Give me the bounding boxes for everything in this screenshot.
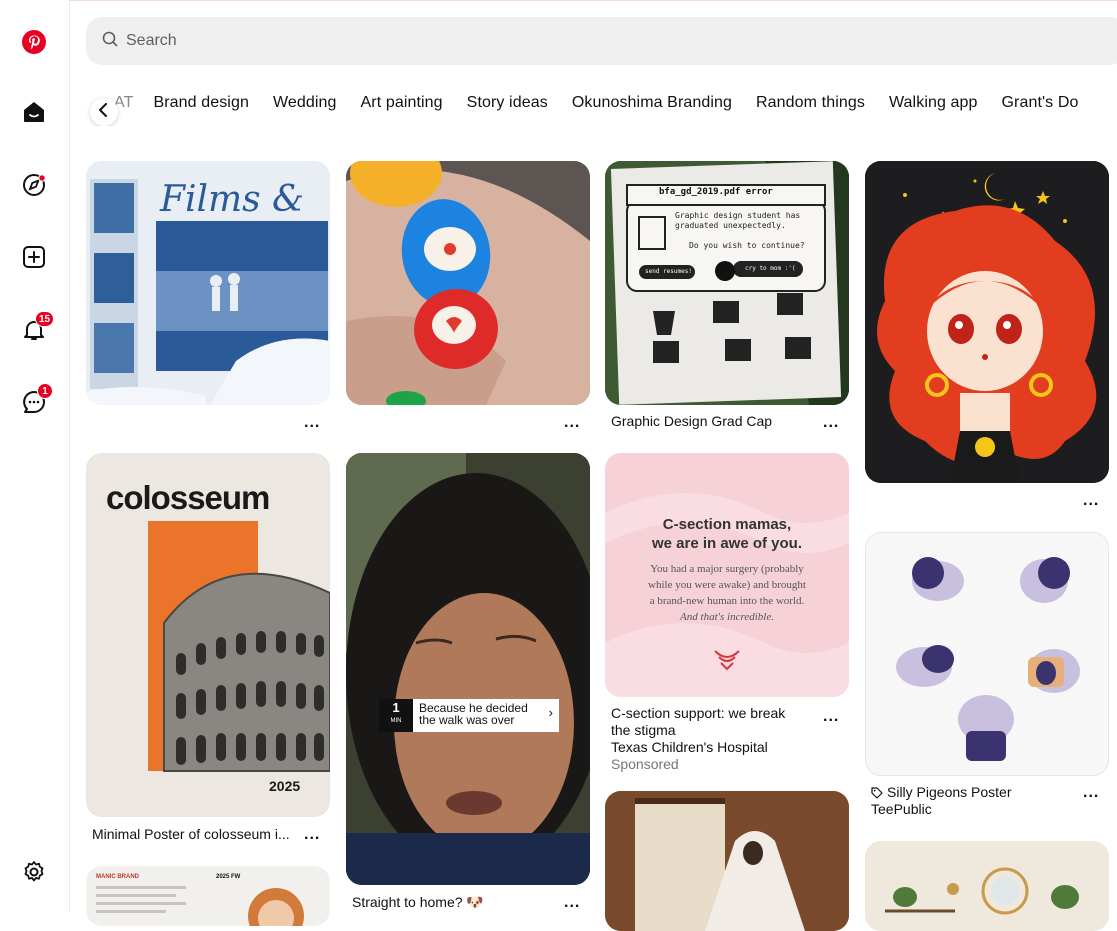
video-overlay-text: Because he decided the walk was over ›: [413, 699, 559, 732]
chips-scroll-back-button[interactable]: [90, 98, 118, 126]
chip-row: AT Brand design Wedding Art painting Sto…: [114, 94, 1079, 112]
create-pin-icon[interactable]: [20, 243, 48, 271]
pin-image: [865, 841, 1109, 931]
pin-art-title: bfa_gd_2019.pdf error: [659, 187, 773, 197]
pin-films-tv[interactable]: Films & tv: [86, 161, 330, 405]
video-duration-number: 1: [392, 700, 400, 715]
pin-fashion[interactable]: MANIC BRAND 2025 FW: [86, 866, 330, 926]
chip[interactable]: Walking app: [889, 94, 978, 112]
pin-more-options-button[interactable]: ...: [1083, 785, 1099, 801]
pin-caption-line2[interactable]: the stigma: [611, 722, 676, 739]
pin-art-body-line: a brand-new human into the world.: [649, 595, 805, 607]
pin-art-text: send resumes!: [645, 268, 692, 275]
chevron-right-icon: ›: [548, 705, 553, 720]
pin-wedding[interactable]: [605, 791, 849, 931]
pin-art-text: Graphic design student has graduated une…: [675, 211, 801, 230]
chip[interactable]: Brand design: [153, 94, 249, 112]
messages-count-badge: 1: [37, 383, 53, 399]
pin-caption[interactable]: Graphic Design Grad Cap: [611, 413, 772, 430]
pin-colosseum-poster[interactable]: colosseum 2025: [86, 453, 330, 817]
pin-image: [605, 161, 849, 405]
chip[interactable]: Story ideas: [467, 94, 548, 112]
pin-image: [96, 886, 304, 926]
chip[interactable]: Grant's Do: [1002, 94, 1079, 112]
pin-caption[interactable]: Minimal Poster of colosseum i...: [92, 826, 302, 843]
pin-image: [605, 791, 849, 931]
pin-art-text: cry to mom :'(: [745, 265, 796, 272]
pin-art-year: 2025: [269, 778, 301, 794]
pin-grad-cap[interactable]: bfa_gd_2019.pdf error Graphic design stu…: [605, 161, 849, 405]
top-border: [70, 0, 1117, 1]
explore-compass-icon[interactable]: [20, 171, 48, 199]
pin-art-body-line: You had a major surgery (probably: [650, 563, 804, 575]
pin-caption[interactable]: C-section support: we break: [611, 705, 785, 722]
settings-gear-icon[interactable]: [20, 858, 48, 886]
search-bar[interactable]: [86, 17, 1117, 65]
pin-caption[interactable]: Silly Pigeons Poster: [887, 784, 1012, 801]
pin-csection-ad[interactable]: C-section mamas, we are in awe of you. Y…: [605, 453, 849, 697]
pin-advertiser-name[interactable]: Texas Children's Hospital: [611, 739, 768, 755]
pin-art-body-line: while you were awake) and brought: [648, 579, 806, 591]
pin-more-options-button[interactable]: ...: [564, 415, 580, 431]
pin-silly-pigeons[interactable]: [865, 532, 1109, 776]
video-duration-unit: MIN: [390, 718, 402, 724]
notifications-count-badge: 15: [35, 311, 55, 327]
chip[interactable]: Okunoshima Branding: [572, 94, 732, 112]
sponsored-label: Sponsored: [611, 756, 679, 772]
board-chips-bar: AT Brand design Wedding Art painting Sto…: [86, 86, 1117, 126]
pin-more-options-button[interactable]: ...: [304, 415, 320, 431]
pin-anime-art[interactable]: [865, 161, 1109, 483]
pin-caption[interactable]: Straight to home? 🐶: [352, 894, 484, 911]
video-duration-box: 1 MIN: [379, 699, 413, 732]
chip[interactable]: Random things: [756, 94, 865, 112]
left-nav-rail: 15 1: [0, 0, 70, 912]
pin-art-heading-line: C-section mamas,: [662, 516, 792, 533]
pin-art-body: You had a major surgery (probably while …: [605, 561, 849, 625]
pin-image: [865, 161, 1109, 483]
pinterest-logo-icon[interactable]: [20, 28, 48, 56]
pin-shop-name[interactable]: TeePublic: [871, 801, 932, 817]
chip[interactable]: Art painting: [361, 94, 443, 112]
pin-image: [346, 161, 590, 405]
pin-art-heading: C-section mamas, we are in awe of you.: [605, 515, 849, 553]
pin-nail-art[interactable]: [346, 161, 590, 405]
pin-more-options-button[interactable]: ...: [823, 709, 839, 725]
search-input[interactable]: [126, 32, 726, 50]
pin-more-options-button[interactable]: ...: [1083, 493, 1099, 509]
pin-art-heading-line: we are in awe of you.: [651, 535, 803, 552]
pin-art-body-line: And that's incredible.: [680, 611, 774, 623]
pin-more-options-button[interactable]: ...: [564, 895, 580, 911]
video-overlay-line: the walk was over: [419, 713, 515, 727]
pin-art-title: Films & tv: [160, 179, 305, 261]
pin-image: [866, 533, 1108, 775]
pin-mirrors-decor[interactable]: [865, 841, 1109, 931]
chip[interactable]: Wedding: [273, 94, 337, 112]
chevron-left-icon: [98, 102, 110, 122]
pin-more-options-button[interactable]: ...: [304, 827, 320, 843]
pin-art-text: Do you wish to continue?: [689, 241, 805, 250]
video-overlay-card[interactable]: 1 MIN Because he decided the walk was ov…: [379, 699, 559, 732]
pin-video[interactable]: 1 MIN Because he decided the walk was ov…: [346, 453, 590, 885]
home-icon[interactable]: [20, 98, 48, 126]
pin-image: [346, 453, 590, 885]
pin-more-options-button[interactable]: ...: [823, 415, 839, 431]
search-icon: [102, 31, 118, 52]
pin-art-word: colosseum: [106, 479, 270, 516]
